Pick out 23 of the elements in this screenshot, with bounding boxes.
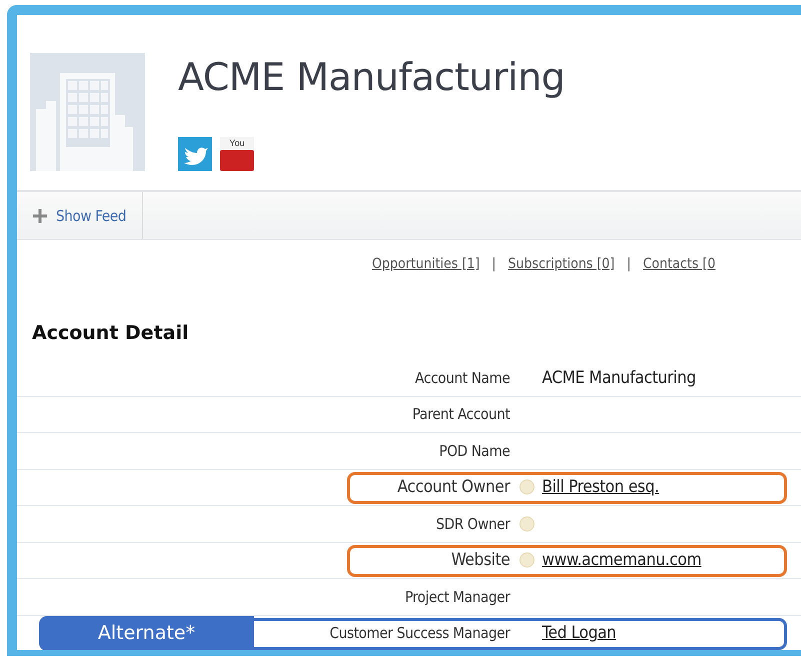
building-icon [30,53,145,171]
field-label: Account Owner [396,477,512,498]
video-logo-icon[interactable]: You [220,137,254,171]
field-value-link[interactable]: www.acmemanu.com [542,550,702,570]
field-label: Account Name [414,368,511,387]
bird-icon[interactable] [178,137,212,171]
account-title: ACME Manufacturing [178,54,565,99]
field-value-link[interactable]: Bill Preston esq. [542,477,660,498]
section-title: Account Detail [31,321,190,346]
show-feed-button[interactable]: Show Feed [17,192,144,239]
field-label: Project Manager [404,588,512,606]
field-label: SDR Owner [435,514,512,533]
related-list-link[interactable]: Opportunities [1] [372,256,480,300]
related-list-link[interactable]: Subscriptions [0] [508,256,615,300]
field-label: Customer Success Manager [328,624,512,642]
field-label: Parent Account [411,405,511,424]
field-label: POD Name [438,442,511,460]
field-value: ACME Manufacturing [542,368,696,388]
field-value-link[interactable]: Ted Logan [542,623,616,644]
related-list-link[interactable]: Contacts [0 [642,256,716,300]
link-separator: | [626,256,631,274]
field-label: Website [450,550,511,570]
link-separator: | [492,256,496,274]
